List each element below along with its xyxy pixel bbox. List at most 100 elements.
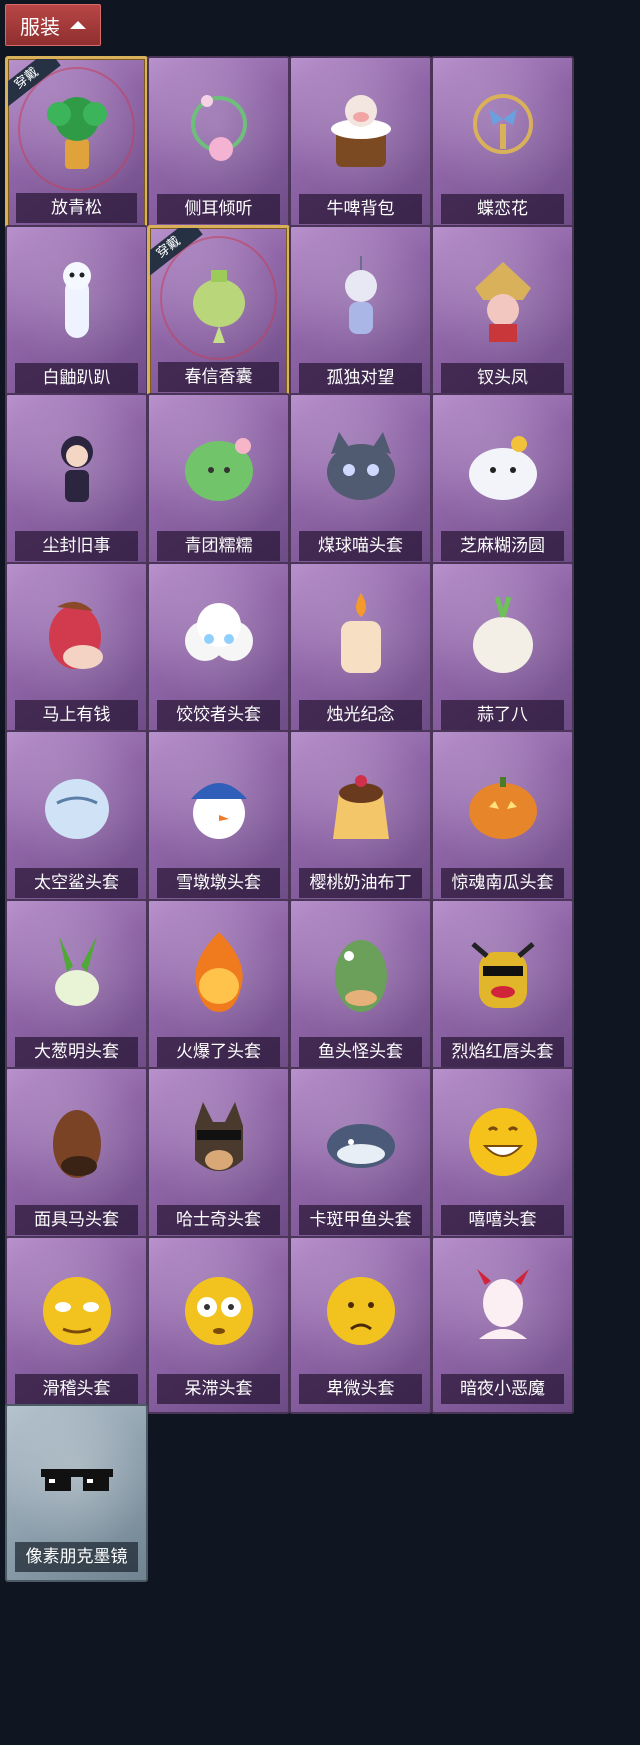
outfit-item-card[interactable]: 暗夜小恶魔 bbox=[431, 1235, 574, 1414]
outfit-item-card[interactable]: 烛光纪念 bbox=[289, 561, 432, 740]
pudding-head-icon bbox=[309, 750, 412, 856]
outfit-item-label: 白鼬趴趴 bbox=[15, 362, 138, 393]
outfit-item-card[interactable]: 放青松 穿戴 bbox=[5, 56, 148, 234]
candle-head-icon bbox=[309, 582, 412, 688]
scallion-head-icon bbox=[25, 919, 128, 1025]
outfit-item-card[interactable]: 蒜了八 bbox=[431, 561, 574, 740]
outfit-item-card[interactable]: 哈士奇头套 bbox=[147, 1067, 290, 1245]
chibi-figure-icon bbox=[25, 413, 128, 519]
outfit-item-label: 饺饺者头套 bbox=[157, 699, 280, 730]
fish-head-icon bbox=[309, 919, 412, 1025]
outfit-item-card[interactable]: 卡斑甲鱼头套 bbox=[289, 1067, 432, 1245]
outfit-item-label: 蒜了八 bbox=[441, 699, 564, 730]
outfit-item-label: 暗夜小恶魔 bbox=[441, 1373, 564, 1404]
red-horse-head-icon bbox=[25, 582, 128, 688]
outfit-item-card[interactable]: 面具马头套 bbox=[5, 1067, 148, 1245]
phoenix-crown-icon bbox=[451, 245, 554, 351]
husky-head-icon bbox=[167, 1087, 270, 1193]
outfit-item-label: 樱桃奶油布丁 bbox=[299, 868, 422, 898]
outfit-item-label: 侧耳倾听 bbox=[157, 194, 280, 224]
outfit-item-label: 春信香囊 bbox=[158, 361, 279, 392]
dazed-emoji-head-icon bbox=[167, 1256, 270, 1362]
outfit-item-label: 卡斑甲鱼头套 bbox=[299, 1205, 422, 1235]
outfit-item-label: 孤独对望 bbox=[299, 362, 422, 393]
outfit-item-card[interactable]: 太空鲨头套 bbox=[5, 730, 148, 908]
outfit-item-card[interactable]: 青团糯糯 bbox=[147, 393, 290, 571]
outfit-item-card[interactable]: 嘻嘻头套 bbox=[431, 1067, 574, 1245]
outfit-item-card[interactable]: 尘封旧事 bbox=[5, 393, 148, 571]
floral-ear-ornament-icon bbox=[167, 76, 270, 182]
cloud-dumpling-head-icon bbox=[167, 582, 270, 688]
outfit-item-label: 太空鲨头套 bbox=[15, 868, 138, 898]
outfit-item-label: 嘻嘻头套 bbox=[441, 1205, 564, 1235]
sachet-icon bbox=[168, 246, 269, 350]
outfit-item-card[interactable]: 卑微头套 bbox=[289, 1235, 432, 1414]
outfit-item-label: 哈士奇头套 bbox=[157, 1205, 280, 1235]
pixel-sunglasses-icon bbox=[25, 1424, 128, 1530]
outfit-item-label: 卑微头套 bbox=[299, 1373, 422, 1404]
outfit-item-label: 火爆了头套 bbox=[157, 1036, 280, 1067]
outfit-item-label: 大葱明头套 bbox=[15, 1036, 138, 1067]
outfit-item-card[interactable]: 白鼬趴趴 bbox=[5, 224, 148, 403]
outfit-item-label: 牛啤背包 bbox=[299, 194, 422, 224]
outfit-item-card[interactable]: 春信香囊 穿戴 bbox=[147, 224, 290, 403]
doll-charm-icon bbox=[309, 245, 412, 351]
horse-mask-icon bbox=[25, 1087, 128, 1193]
outfit-item-label: 雪墩墩头套 bbox=[157, 868, 280, 898]
outfit-item-card[interactable]: 煤球喵头套 bbox=[289, 393, 432, 571]
outfit-item-label: 烈焰红唇头套 bbox=[441, 1036, 564, 1067]
outfit-item-label: 烛光纪念 bbox=[299, 699, 422, 730]
outfit-item-label: 惊魂南瓜头套 bbox=[441, 868, 564, 898]
outfit-item-card[interactable]: 钗头凤 bbox=[431, 224, 574, 403]
potted-pine-icon bbox=[26, 77, 127, 181]
chevron-up-icon bbox=[70, 21, 86, 29]
outfit-item-label: 青团糯糯 bbox=[157, 531, 280, 561]
outfit-item-card[interactable]: 惊魂南瓜头套 bbox=[431, 730, 574, 908]
outfit-item-card[interactable]: 雪墩墩头套 bbox=[147, 730, 290, 908]
outfit-item-card[interactable]: 蝶恋花 bbox=[431, 56, 574, 234]
shark-head-icon bbox=[25, 750, 128, 856]
dumpling-head-icon bbox=[451, 413, 554, 519]
snowman-head-icon bbox=[167, 750, 270, 856]
outfit-item-card[interactable]: 马上有钱 bbox=[5, 561, 148, 740]
outfit-item-card[interactable]: 樱桃奶油布丁 bbox=[289, 730, 432, 908]
outfit-item-label: 鱼头怪头套 bbox=[299, 1036, 422, 1067]
outfit-item-label: 钗头凤 bbox=[441, 362, 564, 393]
outfit-item-card[interactable]: 饺饺者头套 bbox=[147, 561, 290, 740]
red-lips-head-icon bbox=[451, 919, 554, 1025]
outfit-item-card[interactable]: 芝麻糊汤圆 bbox=[431, 393, 574, 571]
outfit-item-card[interactable]: 像素朋克墨镜 bbox=[5, 1404, 148, 1582]
outfit-item-label: 煤球喵头套 bbox=[299, 531, 422, 561]
garlic-head-icon bbox=[451, 582, 554, 688]
outfit-item-label: 像素朋克墨镜 bbox=[15, 1542, 138, 1572]
humble-emoji-head-icon bbox=[309, 1256, 412, 1362]
outfit-item-card[interactable]: 侧耳倾听 bbox=[147, 56, 290, 234]
funny-emoji-head-icon bbox=[25, 1256, 128, 1362]
outfit-item-label: 呆滞头套 bbox=[157, 1373, 280, 1404]
fire-head-icon bbox=[167, 919, 270, 1025]
outfit-item-card[interactable]: 火爆了头套 bbox=[147, 898, 290, 1077]
category-title: 服装 bbox=[20, 14, 60, 39]
outfit-item-card[interactable]: 呆滞头套 bbox=[147, 1235, 290, 1414]
outfit-item-card[interactable]: 牛啤背包 bbox=[289, 56, 432, 234]
little-devil-icon bbox=[451, 1256, 554, 1362]
outfit-item-label: 滑稽头套 bbox=[15, 1373, 138, 1404]
outfit-item-card[interactable]: 烈焰红唇头套 bbox=[431, 898, 574, 1077]
butterfly-flower-ornament-icon bbox=[451, 76, 554, 182]
outfit-item-label: 蝶恋花 bbox=[441, 194, 564, 224]
outfit-item-label: 芝麻糊汤圆 bbox=[441, 531, 564, 561]
outfit-item-card[interactable]: 大葱明头套 bbox=[5, 898, 148, 1077]
outfit-category-toggle[interactable]: 服装 bbox=[5, 4, 101, 46]
pumpkin-head-icon bbox=[451, 750, 554, 856]
outfit-item-label: 尘封旧事 bbox=[15, 531, 138, 561]
outfit-item-card[interactable]: 鱼头怪头套 bbox=[289, 898, 432, 1077]
grin-emoji-head-icon bbox=[451, 1087, 554, 1193]
outfit-item-label: 马上有钱 bbox=[15, 699, 138, 730]
outfit-item-label: 面具马头套 bbox=[15, 1205, 138, 1235]
black-cat-head-icon bbox=[309, 413, 412, 519]
outfit-item-card[interactable]: 滑稽头套 bbox=[5, 1235, 148, 1414]
outfit-item-label: 放青松 bbox=[16, 193, 137, 223]
turtle-head-icon bbox=[309, 1087, 412, 1193]
white-ermine-icon bbox=[25, 245, 128, 351]
outfit-item-card[interactable]: 孤独对望 bbox=[289, 224, 432, 403]
